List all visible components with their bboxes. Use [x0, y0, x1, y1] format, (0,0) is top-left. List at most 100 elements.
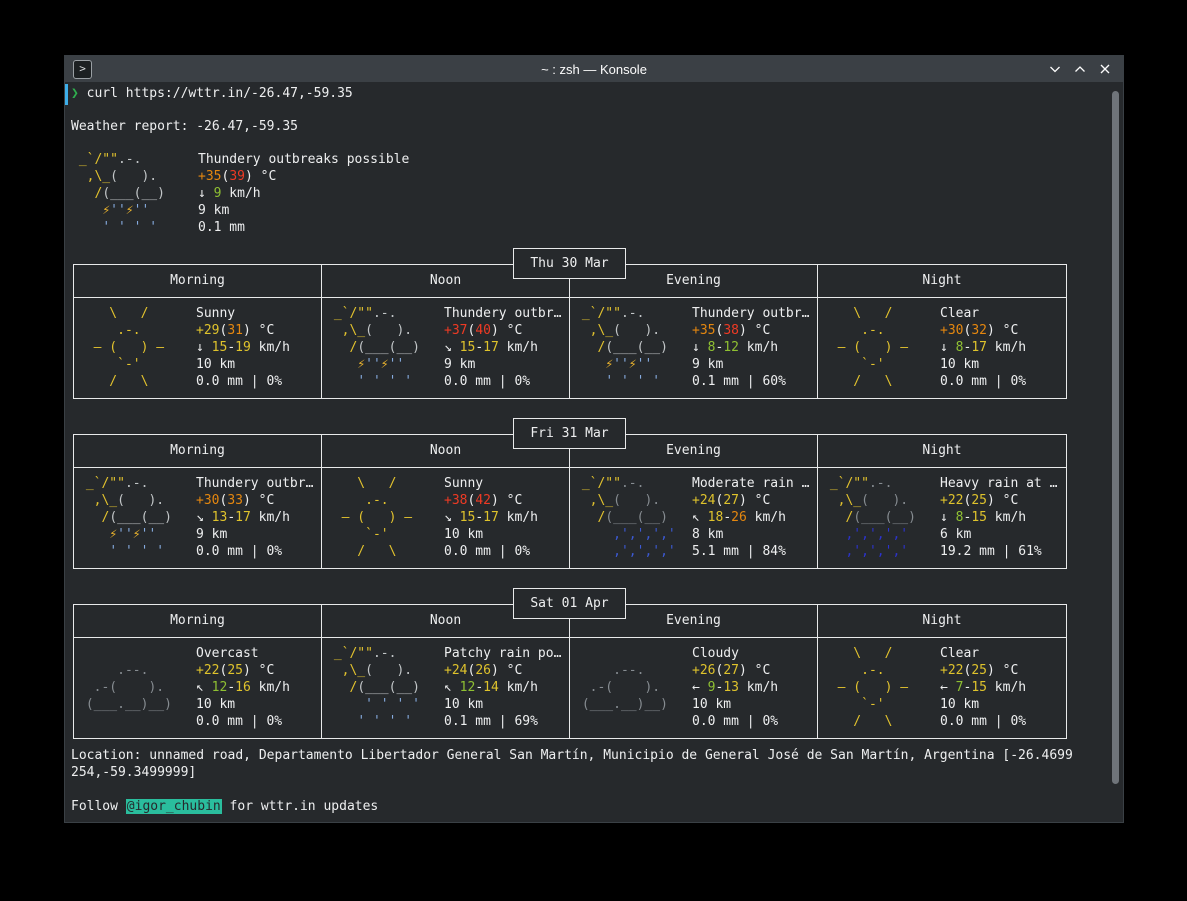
visibility-line: 10 km [940, 356, 1026, 373]
period-header-night: Night [818, 265, 1066, 297]
forecast-cell-evening: _`/"".-. ,\_( ). /(___(__) ⚡''⚡'' ' ' ' … [570, 298, 818, 398]
art-line: /(___(__) [326, 679, 444, 696]
art-line: _`/"".-. [78, 475, 196, 492]
forecast-cells-row: .--. .-( ). (___.__)__)Overcast+22(25) °… [74, 638, 1066, 738]
art-line: ,\_( ). [822, 492, 940, 509]
minimize-icon[interactable] [1047, 61, 1063, 77]
art-line: ― ( ) ― [822, 339, 940, 356]
art-line: _`/"".-. [326, 645, 444, 662]
weather-art-overcast: .--. .-( ). (___.__)__) [78, 645, 196, 738]
forecast-table: MorningNoonEveningNight \ / .-. ― ( ) ― … [73, 264, 1067, 399]
wind-line: ↘ 15-17 km/h [444, 339, 561, 356]
forecast-details: Cloudy+26(27) °C← 9-13 km/h10 km0.0 mm |… [692, 645, 778, 738]
weather-art-thundery: _`/"".-. ,\_( ). /(___(__) ⚡''⚡'' ' ' ' … [326, 305, 444, 398]
location-line-1: Location: unnamed road, Departamento Lib… [71, 747, 1073, 764]
temperature-line: +24(27) °C [692, 492, 809, 509]
wind-line: ↘ 13-17 km/h [196, 509, 313, 526]
current-conditions: _`/"".-. ,\_( ). /(___(__) ⚡''⚡'' ' ' ' … [71, 151, 409, 236]
wind-line: ↖ 12-14 km/h [444, 679, 561, 696]
titlebar[interactable]: > ~ : zsh — Konsole [65, 56, 1123, 83]
terminal-viewport[interactable]: ❯ curl https://wttr.in/-26.47,-59.35 Wea… [65, 82, 1123, 822]
wind-line: ← 7-15 km/h [940, 679, 1026, 696]
period-header-morning: Morning [74, 265, 322, 297]
forecast-details: Clear+22(25) °C← 7-15 km/h10 km0.0 mm | … [940, 645, 1026, 738]
forecast-details: Heavy rain at …+22(25) °C↓ 8-15 km/h6 km… [940, 475, 1057, 568]
art-line: `-' [822, 356, 940, 373]
visibility-line: 10 km [940, 696, 1026, 713]
art-line: _`/"".-. [574, 475, 692, 492]
wind-line: ↓ 9 km/h [198, 185, 409, 202]
art-line: /(___(__) [822, 509, 940, 526]
forecast-cell-noon: _`/"".-. ,\_( ). /(___(__) ' ' ' ' ' ' '… [322, 638, 570, 738]
art-line: `-' [326, 526, 444, 543]
art-line: ,\_( ). [71, 168, 198, 185]
condition-line: Patchy rain po… [444, 645, 561, 662]
visibility-line: 10 km [692, 696, 778, 713]
art-line: /(___(__) [574, 509, 692, 526]
weather-art-cloudy: .--. .-( ). (___.__)__) [574, 645, 692, 738]
condition-line: Clear [940, 645, 1026, 662]
art-line: .-. [78, 322, 196, 339]
art-line: ‚'‚'‚'‚' [822, 526, 940, 543]
temperature-line: +30(32) °C [940, 322, 1026, 339]
maximize-icon[interactable] [1072, 61, 1088, 77]
scrollbar-thumb[interactable] [1112, 91, 1119, 784]
art-line: ‚'‚'‚'‚' [574, 543, 692, 560]
wind-line: ↓ 8-17 km/h [940, 339, 1026, 356]
date-box: Fri 31 Mar [513, 418, 626, 449]
art-line: _`/"".-. [326, 305, 444, 322]
weather-art-thundery: _`/"".-. ,\_( ). /(___(__) ⚡''⚡'' ' ' ' … [71, 151, 198, 236]
forecast-cell-noon: _`/"".-. ,\_( ). /(___(__) ⚡''⚡'' ' ' ' … [322, 298, 570, 398]
forecast-details: Sunny+29(31) °C↓ 15-19 km/h10 km0.0 mm |… [196, 305, 290, 398]
temperature-line: +26(27) °C [692, 662, 778, 679]
visibility-line: 9 km [692, 356, 809, 373]
forecast-cell-morning: .--. .-( ). (___.__)__)Overcast+22(25) °… [74, 638, 322, 738]
art-line: ― ( ) ― [822, 679, 940, 696]
report-title: Weather report: -26.47,-59.35 [71, 118, 298, 135]
follow-prefix: Follow [71, 799, 126, 814]
precipitation-line: 5.1 mm | 84% [692, 543, 809, 560]
art-line: _`/"".-. [574, 305, 692, 322]
forecast-cell-evening: _`/"".-. ,\_( ). /(___(__) ‚'‚'‚'‚' ‚'‚'… [570, 468, 818, 568]
condition-line: Cloudy [692, 645, 778, 662]
art-line: .-. [822, 662, 940, 679]
precipitation-line: 0.0 mm | 0% [940, 373, 1026, 390]
close-icon[interactable] [1097, 61, 1113, 77]
period-header-morning: Morning [74, 605, 322, 637]
art-line: ‚'‚'‚'‚' [574, 526, 692, 543]
art-line: .-( ). [574, 679, 692, 696]
forecast-cell-night: \ / .-. ― ( ) ― `-' / \Clear+30(32) °C↓ … [818, 298, 1066, 398]
art-line: ,\_( ). [78, 492, 196, 509]
visibility-line: 10 km [444, 526, 538, 543]
condition-line: Heavy rain at … [940, 475, 1057, 492]
location-line-2: 254,-59.3499999] [71, 764, 196, 781]
art-line: ,\_( ). [574, 492, 692, 509]
condition-line: Clear [940, 305, 1026, 322]
period-header-night: Night [818, 435, 1066, 467]
art-line: ⚡''⚡'' [574, 356, 692, 373]
forecast-details: Thundery outbr…+30(33) °C↘ 13-17 km/h9 k… [196, 475, 313, 568]
art-line: ' ' ' ' [71, 219, 198, 236]
forecast-day-sat-01-apr: Sat 01 AprMorningNoonEveningNight .--. .… [73, 604, 1067, 739]
condition-line: Overcast [196, 645, 290, 662]
date-box: Thu 30 Mar [513, 248, 626, 279]
precipitation-line: 0.0 mm | 0% [444, 373, 561, 390]
forecast-cell-night: \ / .-. ― ( ) ― `-' / \Clear+22(25) °C← … [818, 638, 1066, 738]
forecast-table: MorningNoonEveningNight .--. .-( ). (___… [73, 604, 1067, 739]
condition-line: Moderate rain … [692, 475, 809, 492]
art-line: ⚡''⚡'' [78, 526, 196, 543]
forecast-cell-noon: \ / .-. ― ( ) ― `-' / \Sunny+38(42) °C↘ … [322, 468, 570, 568]
period-header-morning: Morning [74, 435, 322, 467]
art-line [574, 645, 692, 662]
weather-art-sunny: \ / .-. ― ( ) ― `-' / \ [326, 475, 444, 568]
temperature-line: +22(25) °C [940, 662, 1026, 679]
art-line: .--. [78, 662, 196, 679]
precipitation-line: 0.1 mm | 69% [444, 713, 561, 730]
art-line: .-( ). [78, 679, 196, 696]
art-line: / \ [822, 373, 940, 390]
temperature-line: +22(25) °C [196, 662, 290, 679]
wind-line: ↓ 8-15 km/h [940, 509, 1057, 526]
visibility-line: 9 km [196, 526, 313, 543]
condition-line: Sunny [196, 305, 290, 322]
wind-line: ↖ 18-26 km/h [692, 509, 809, 526]
